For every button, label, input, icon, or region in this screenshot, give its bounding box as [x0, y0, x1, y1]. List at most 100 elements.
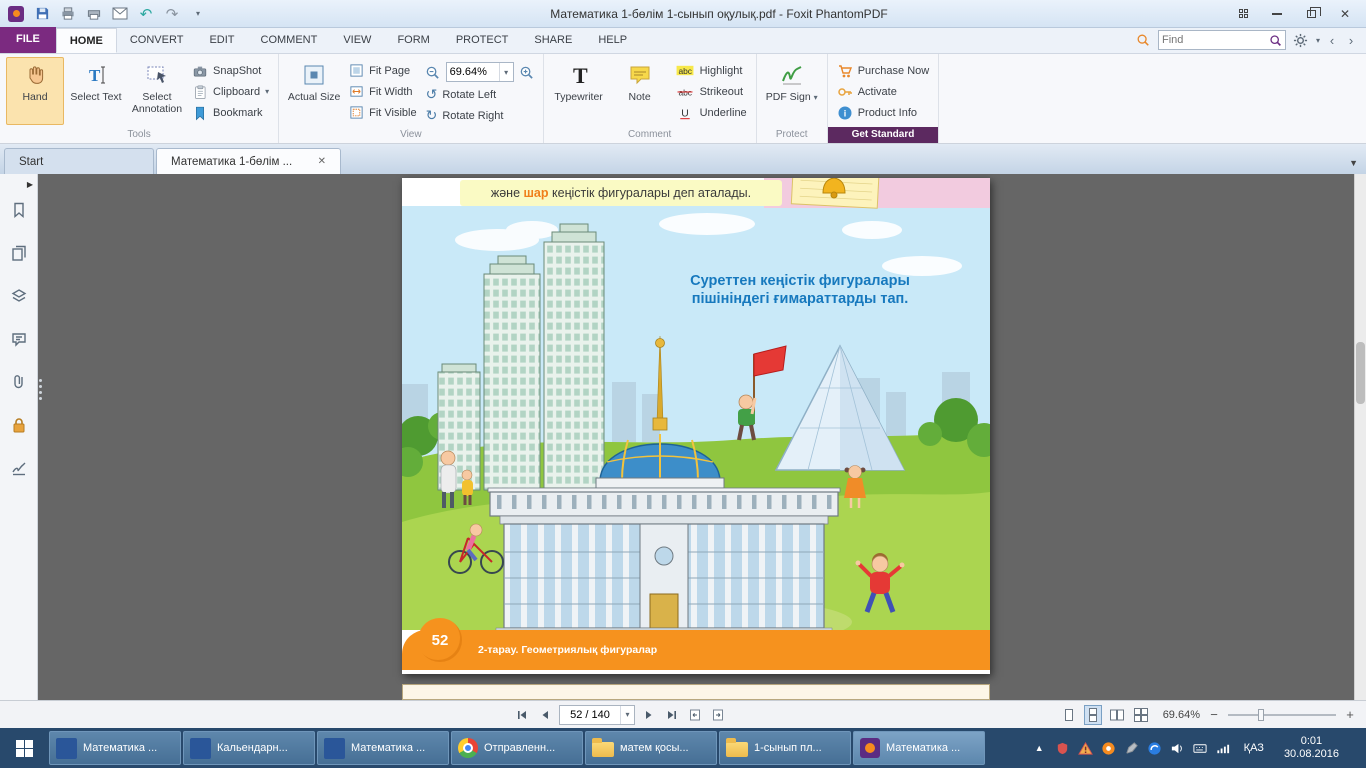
tab-close-icon[interactable]: ✕	[308, 156, 326, 167]
tab-edit[interactable]: EDIT	[196, 28, 247, 53]
hand-tool-button[interactable]: Hand	[6, 57, 64, 125]
purchase-now-button[interactable]: Purchase Now	[834, 62, 933, 79]
doc-tab-start[interactable]: Start	[4, 148, 154, 174]
snapshot-button[interactable]: SnapShot	[189, 62, 272, 79]
messenger-icon[interactable]	[1146, 740, 1163, 757]
tab-home[interactable]: HOME	[56, 28, 117, 53]
ui-style-button[interactable]	[1228, 4, 1258, 24]
pdf-page[interactable]: және шар кеңістік фигуралары деп аталады…	[402, 178, 990, 674]
tab-view[interactable]: VIEW	[330, 28, 384, 53]
warning-icon[interactable]	[1077, 740, 1094, 757]
hidden-icons-chevron-icon[interactable]: ▲	[1031, 740, 1048, 757]
page-number-input[interactable]	[560, 709, 620, 721]
doc-tab-active[interactable]: Математика 1-бөлім ... ✕	[156, 148, 341, 174]
find-input[interactable]	[1162, 34, 1266, 46]
page-number-caret-icon[interactable]: ▾	[620, 706, 634, 724]
quick-print-button[interactable]	[82, 3, 106, 25]
taskbar-button-foxit[interactable]: Математика ...	[853, 731, 985, 765]
taskbar-button-word-1[interactable]: Математика ...	[49, 731, 181, 765]
note-button[interactable]: Note	[611, 57, 669, 125]
strikeout-button[interactable]: abc Strikeout	[672, 83, 750, 100]
vertical-scrollbar[interactable]	[1354, 174, 1366, 700]
actual-size-button[interactable]: Actual Size	[285, 57, 343, 125]
single-page-view-button[interactable]	[1060, 705, 1078, 725]
highlight-button[interactable]: abc Highlight	[672, 62, 750, 79]
continuous-view-button[interactable]	[1084, 705, 1102, 725]
settings-button[interactable]	[1291, 30, 1311, 50]
tab-help[interactable]: HELP	[585, 28, 640, 53]
fit-width-button[interactable]: Fit Width	[346, 83, 419, 100]
tab-comment[interactable]: COMMENT	[248, 28, 331, 53]
rotate-right-button[interactable]: ↻ Rotate Right	[423, 107, 537, 124]
pdf-sign-button[interactable]: PDF Sign ▾	[763, 57, 821, 125]
zoom-out-button[interactable]	[423, 62, 443, 82]
underline-button[interactable]: U Underline	[672, 104, 750, 121]
last-page-button[interactable]	[663, 706, 681, 724]
previous-view-button[interactable]	[686, 706, 704, 724]
zoom-out-button-status[interactable]: −	[1206, 707, 1222, 723]
clipboard-button[interactable]: Clipboard ▾	[189, 83, 272, 100]
tab-list-menu-icon[interactable]: ▼	[1341, 158, 1366, 174]
start-button[interactable]	[0, 728, 48, 768]
select-text-button[interactable]: T Select Text	[67, 57, 125, 125]
fit-visible-button[interactable]: Fit Visible	[346, 104, 419, 121]
tab-protect[interactable]: PROTECT	[443, 28, 522, 53]
volume-icon[interactable]	[1169, 740, 1186, 757]
pages-panel-icon[interactable]	[6, 240, 32, 266]
product-info-button[interactable]: i Product Info	[834, 104, 933, 121]
zoom-slider[interactable]	[1228, 708, 1336, 722]
next-view-button[interactable]	[709, 706, 727, 724]
find-history-icon[interactable]	[1133, 30, 1153, 50]
attachments-panel-icon[interactable]	[6, 369, 32, 395]
minimize-button[interactable]	[1262, 4, 1292, 24]
rotate-left-button[interactable]: ↺ Rotate Left	[423, 86, 537, 103]
activate-button[interactable]: Activate	[834, 83, 933, 100]
select-annotation-button[interactable]: Select Annotation	[128, 57, 186, 125]
next-page-button[interactable]	[640, 706, 658, 724]
typewriter-button[interactable]: T Typewriter	[550, 57, 608, 125]
previous-page-button[interactable]	[536, 706, 554, 724]
antivirus-icon[interactable]	[1054, 740, 1071, 757]
bookmark-button[interactable]: Bookmark	[189, 104, 272, 121]
zoom-in-button-status[interactable]: +	[1342, 707, 1358, 723]
panel-expand-icon[interactable]: ▶	[27, 178, 37, 197]
redo-button[interactable]: ↷	[160, 3, 184, 25]
panel-splitter-handle[interactable]	[39, 379, 44, 400]
taskbar-clock[interactable]: 0:01 30.08.2016	[1276, 735, 1347, 761]
comments-panel-icon[interactable]	[6, 326, 32, 352]
undo-button[interactable]: ↶	[134, 3, 158, 25]
ribbon-prev-icon[interactable]: ‹	[1325, 33, 1339, 48]
settings-caret-icon[interactable]: ▾	[1316, 36, 1320, 45]
facing-view-button[interactable]	[1108, 705, 1126, 725]
tab-file[interactable]: FILE	[0, 27, 56, 53]
scrollbar-thumb[interactable]	[1356, 342, 1365, 404]
customize-toolbar-button[interactable]: ▾	[186, 3, 210, 25]
pen-input-icon[interactable]	[1123, 740, 1140, 757]
fit-page-button[interactable]: Fit Page	[346, 62, 419, 79]
taskbar-button-folder-2[interactable]: 1-сынып пл...	[719, 731, 851, 765]
zoom-slider-thumb[interactable]	[1258, 709, 1264, 721]
document-view[interactable]: және шар кеңістік фигуралары деп аталады…	[38, 174, 1354, 700]
first-page-button[interactable]	[513, 706, 531, 724]
security-panel-icon[interactable]	[6, 412, 32, 438]
app-menu-button[interactable]	[4, 3, 28, 25]
tab-share[interactable]: SHARE	[521, 28, 585, 53]
print-button[interactable]	[56, 3, 80, 25]
email-button[interactable]	[108, 3, 132, 25]
restore-button[interactable]	[1296, 4, 1326, 24]
bookmarks-panel-icon[interactable]	[6, 197, 32, 223]
taskbar-button-folder-1[interactable]: матем қосы...	[585, 731, 717, 765]
taskbar-button-chrome[interactable]: Отправленн...	[451, 731, 583, 765]
touch-keyboard-icon[interactable]	[1192, 740, 1209, 757]
tab-convert[interactable]: CONVERT	[117, 28, 197, 53]
zoom-caret-icon[interactable]: ▾	[499, 63, 513, 81]
layers-panel-icon[interactable]	[6, 283, 32, 309]
taskbar-button-word-2[interactable]: Кальендарн...	[183, 731, 315, 765]
continuous-facing-view-button[interactable]	[1132, 705, 1150, 725]
network-signal-icon[interactable]	[1215, 740, 1232, 757]
tab-form[interactable]: FORM	[384, 28, 442, 53]
save-button[interactable]	[30, 3, 54, 25]
update-icon[interactable]	[1100, 740, 1117, 757]
next-page-edge[interactable]	[402, 684, 990, 700]
zoom-input[interactable]	[447, 66, 499, 78]
